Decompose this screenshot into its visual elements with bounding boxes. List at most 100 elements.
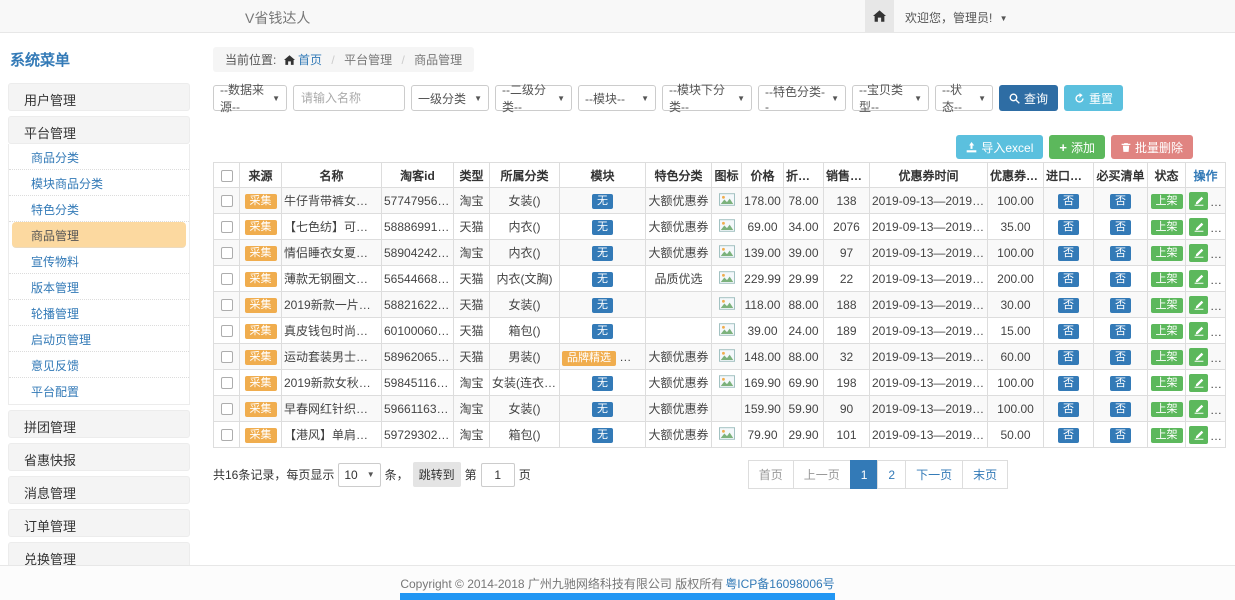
must-buy-badge[interactable]: 否 [1110, 272, 1131, 287]
page-number-input[interactable] [481, 463, 515, 487]
sidebar-item-宣传物料[interactable]: 宣传物料 [9, 248, 189, 274]
import-select-badge[interactable]: 否 [1058, 194, 1079, 209]
must-buy-badge[interactable]: 否 [1110, 428, 1131, 443]
status-badge[interactable]: 上架 [1151, 350, 1183, 365]
jump-button[interactable]: 跳转到 [413, 462, 461, 487]
row-checkbox[interactable] [221, 273, 233, 285]
sidebar-item-商品分类[interactable]: 商品分类 [9, 144, 189, 170]
sidebar-item-意见反馈[interactable]: 意见反馈 [9, 352, 189, 378]
user-menu[interactable]: 欢迎您，管理员! ▼ [905, 9, 1008, 26]
must-buy-badge[interactable]: 否 [1110, 324, 1131, 339]
import-select-badge[interactable]: 否 [1058, 272, 1079, 287]
sidebar-item-轮播管理[interactable]: 轮播管理 [9, 300, 189, 326]
page-button-末页[interactable]: 末页 [962, 460, 1008, 489]
import-select-badge[interactable]: 否 [1058, 220, 1079, 235]
sidebar-item-用户管理[interactable]: 用户管理 [8, 83, 190, 111]
row-checkbox[interactable] [221, 403, 233, 415]
row-checkbox[interactable] [221, 429, 233, 441]
column-header-必买清单: 必买清单 [1094, 163, 1148, 188]
import-excel-button[interactable]: 导入excel [956, 135, 1043, 159]
discount-price-cell: 69.90 [784, 370, 824, 396]
must-buy-badge[interactable]: 否 [1110, 376, 1131, 391]
status-badge[interactable]: 上架 [1151, 220, 1183, 235]
jump-prefix-text: 第 [465, 466, 477, 483]
operation-cell [1186, 266, 1226, 292]
sidebar-menu: 用户管理平台管理商品分类模块商品分类特色分类商品管理宣传物料版本管理轮播管理启动… [8, 83, 190, 565]
row-checkbox[interactable] [221, 195, 233, 207]
filter-select-2[interactable]: --二级分类--▼ [495, 85, 572, 111]
sidebar-item-启动页管理[interactable]: 启动页管理 [9, 326, 189, 352]
import-select-badge[interactable]: 否 [1058, 246, 1079, 261]
sidebar-item-特色分类[interactable]: 特色分类 [9, 196, 189, 222]
icp-link[interactable]: 粤ICP备16098006号 [725, 575, 834, 592]
row-checkbox[interactable] [221, 247, 233, 259]
page-button-1[interactable]: 1 [850, 460, 879, 489]
edit-button[interactable] [1189, 400, 1208, 418]
must-buy-badge[interactable]: 否 [1110, 220, 1131, 235]
row-checkbox[interactable] [221, 221, 233, 233]
page-button-2[interactable]: 2 [877, 460, 906, 489]
sidebar-item-消息管理[interactable]: 消息管理 [8, 476, 190, 504]
batch-delete-button[interactable]: 批量删除 [1111, 135, 1193, 159]
row-checkbox[interactable] [221, 351, 233, 363]
filter-select-5[interactable]: --特色分类--▼ [758, 85, 846, 111]
data-source-select[interactable]: --数据来源-- ▼ [213, 85, 287, 111]
import-select-badge[interactable]: 否 [1058, 350, 1079, 365]
sidebar-item-订单管理[interactable]: 订单管理 [8, 509, 190, 537]
edit-button[interactable] [1189, 270, 1208, 288]
must-buy-badge[interactable]: 否 [1110, 298, 1131, 313]
filter-select-7[interactable]: --状态--▼ [935, 85, 993, 111]
status-badge[interactable]: 上架 [1151, 376, 1183, 391]
filter-select-6[interactable]: --宝贝类型--▼ [852, 85, 929, 111]
sidebar-item-拼团管理[interactable]: 拼团管理 [8, 410, 190, 438]
status-badge[interactable]: 上架 [1151, 428, 1183, 443]
status-badge[interactable]: 上架 [1151, 402, 1183, 417]
sidebar-item-省惠快报[interactable]: 省惠快报 [8, 443, 190, 471]
sidebar-item-平台配置[interactable]: 平台配置 [9, 378, 189, 404]
search-button[interactable]: 查询 [999, 85, 1058, 111]
status-badge[interactable]: 上架 [1151, 298, 1183, 313]
page-button-下一页[interactable]: 下一页 [905, 460, 963, 489]
must-buy-badge[interactable]: 否 [1110, 402, 1131, 417]
status-badge[interactable]: 上架 [1151, 194, 1183, 209]
edit-button[interactable] [1189, 426, 1208, 444]
sidebar-item-兑换管理[interactable]: 兑换管理 [8, 542, 190, 565]
status-badge[interactable]: 上架 [1151, 272, 1183, 287]
edit-button[interactable] [1189, 218, 1208, 236]
row-checkbox[interactable] [221, 299, 233, 311]
must-buy-badge[interactable]: 否 [1110, 194, 1131, 209]
import-select-badge[interactable]: 否 [1058, 376, 1079, 391]
edit-button[interactable] [1189, 374, 1208, 392]
import-select-badge[interactable]: 否 [1058, 298, 1079, 313]
import-select-badge[interactable]: 否 [1058, 428, 1079, 443]
edit-button[interactable] [1189, 244, 1208, 262]
sidebar-item-模块商品分类[interactable]: 模块商品分类 [9, 170, 189, 196]
select-value: --模块下分类-- [669, 81, 733, 115]
must-buy-badge[interactable]: 否 [1110, 246, 1131, 261]
add-button[interactable]: + 添加 [1049, 135, 1105, 159]
edit-button[interactable] [1189, 296, 1208, 314]
status-badge[interactable]: 上架 [1151, 324, 1183, 339]
select-all-checkbox[interactable] [221, 170, 233, 182]
name-search-input[interactable] [293, 85, 405, 111]
sidebar-item-商品管理[interactable]: 商品管理 [12, 222, 186, 248]
edit-button[interactable] [1189, 322, 1208, 340]
per-page-select[interactable]: 10 ▼ [338, 463, 380, 487]
breadcrumb-home-link[interactable]: 首页 [298, 53, 322, 67]
must-buy-badge[interactable]: 否 [1110, 350, 1131, 365]
sidebar-item-平台管理[interactable]: 平台管理 [8, 116, 190, 144]
type-cell: 淘宝 [454, 370, 490, 396]
topbar-home-button[interactable] [865, 0, 894, 32]
row-checkbox[interactable] [221, 325, 233, 337]
edit-button[interactable] [1189, 348, 1208, 366]
filter-select-3[interactable]: --模块--▼ [578, 85, 656, 111]
filter-select-1[interactable]: 一级分类▼ [411, 85, 489, 111]
row-checkbox[interactable] [221, 377, 233, 389]
import-select-badge[interactable]: 否 [1058, 402, 1079, 417]
import-select-badge[interactable]: 否 [1058, 324, 1079, 339]
sidebar-item-版本管理[interactable]: 版本管理 [9, 274, 189, 300]
filter-select-4[interactable]: --模块下分类--▼ [662, 85, 752, 111]
reset-button[interactable]: 重置 [1064, 85, 1123, 111]
edit-button[interactable] [1189, 192, 1208, 210]
status-badge[interactable]: 上架 [1151, 246, 1183, 261]
